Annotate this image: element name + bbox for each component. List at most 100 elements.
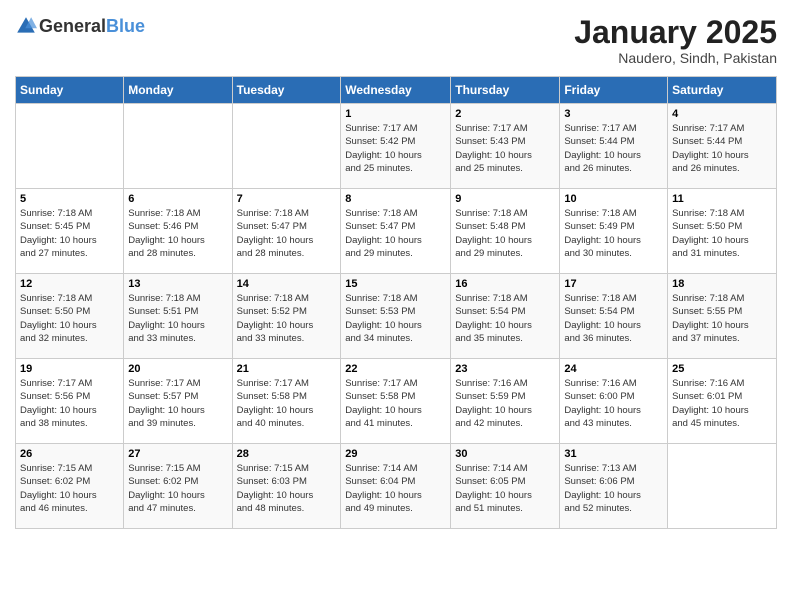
calendar-cell: 16 Sunrise: 7:18 AM Sunset: 5:54 PM Dayli… [451, 274, 560, 359]
calendar-table: SundayMondayTuesdayWednesdayThursdayFrid… [15, 76, 777, 529]
day-number: 13 [128, 278, 227, 290]
calendar-cell: 10 Sunrise: 7:18 AM Sunset: 5:49 PM Dayli… [560, 189, 668, 274]
calendar-cell: 7 Sunrise: 7:18 AM Sunset: 5:47 PM Daylig… [232, 189, 341, 274]
day-number: 26 [20, 448, 119, 460]
day-number: 1 [345, 108, 446, 120]
weekday-header: Tuesday [232, 77, 341, 104]
calendar-cell: 13 Sunrise: 7:18 AM Sunset: 5:51 PM Dayli… [124, 274, 232, 359]
day-number: 22 [345, 363, 446, 375]
day-info: Sunrise: 7:18 AM Sunset: 5:54 PM Dayligh… [564, 292, 663, 345]
logo-general: General [39, 16, 106, 36]
logo-icon [15, 15, 37, 37]
calendar-week-row: 19Sunrise: 7:17 AM Sunset: 5:56 PM Dayli… [16, 359, 777, 444]
weekday-header: Monday [124, 77, 232, 104]
day-info: Sunrise: 7:17 AM Sunset: 5:44 PM Dayligh… [564, 122, 663, 175]
day-info: Sunrise: 7:17 AM Sunset: 5:58 PM Dayligh… [237, 377, 337, 430]
calendar-cell: 11Sunrise: 7:18 AM Sunset: 5:50 PM Dayli… [668, 189, 777, 274]
day-info: Sunrise: 7:16 AM Sunset: 6:00 PM Dayligh… [564, 377, 663, 430]
logo: GeneralBlue [15, 15, 145, 37]
day-number: 10 [564, 193, 663, 205]
calendar-cell [124, 104, 232, 189]
calendar-week-row: 5 Sunrise: 7:18 AM Sunset: 5:45 PM Daylig… [16, 189, 777, 274]
day-number: 14 [237, 278, 337, 290]
calendar-cell: 3 Sunrise: 7:17 AM Sunset: 5:44 PM Daylig… [560, 104, 668, 189]
logo-blue: Blue [106, 16, 145, 36]
day-info: Sunrise: 7:17 AM Sunset: 5:56 PM Dayligh… [20, 377, 119, 430]
day-info: Sunrise: 7:18 AM Sunset: 5:46 PM Dayligh… [128, 207, 227, 260]
day-info: Sunrise: 7:13 AM Sunset: 6:06 PM Dayligh… [564, 462, 663, 515]
title-block: January 2025 Naudero, Sindh, Pakistan [574, 15, 777, 66]
day-number: 16 [455, 278, 555, 290]
day-info: Sunrise: 7:17 AM Sunset: 5:58 PM Dayligh… [345, 377, 446, 430]
calendar-cell: 9 Sunrise: 7:18 AM Sunset: 5:48 PM Daylig… [451, 189, 560, 274]
location: Naudero, Sindh, Pakistan [574, 50, 777, 66]
day-number: 5 [20, 193, 119, 205]
day-number: 23 [455, 363, 555, 375]
weekday-header-row: SundayMondayTuesdayWednesdayThursdayFrid… [16, 77, 777, 104]
calendar-cell: 31 Sunrise: 7:13 AM Sunset: 6:06 PM Dayli… [560, 444, 668, 529]
calendar-week-row: 12Sunrise: 7:18 AM Sunset: 5:50 PM Dayli… [16, 274, 777, 359]
day-info: Sunrise: 7:18 AM Sunset: 5:53 PM Dayligh… [345, 292, 446, 345]
day-info: Sunrise: 7:15 AM Sunset: 6:02 PM Dayligh… [20, 462, 119, 515]
day-number: 21 [237, 363, 337, 375]
calendar-week-row: 26 Sunrise: 7:15 AM Sunset: 6:02 PM Dayli… [16, 444, 777, 529]
calendar-cell: 4 Sunrise: 7:17 AM Sunset: 5:44 PM Daylig… [668, 104, 777, 189]
calendar-cell: 18Sunrise: 7:18 AM Sunset: 5:55 PM Dayli… [668, 274, 777, 359]
day-info: Sunrise: 7:15 AM Sunset: 6:02 PM Dayligh… [128, 462, 227, 515]
calendar-cell: 1 Sunrise: 7:17 AM Sunset: 5:42 PM Daylig… [341, 104, 451, 189]
day-info: Sunrise: 7:18 AM Sunset: 5:47 PM Dayligh… [237, 207, 337, 260]
calendar-week-row: 1 Sunrise: 7:17 AM Sunset: 5:42 PM Daylig… [16, 104, 777, 189]
logo-text: GeneralBlue [39, 16, 145, 37]
day-number: 12 [20, 278, 119, 290]
weekday-header: Wednesday [341, 77, 451, 104]
weekday-header: Saturday [668, 77, 777, 104]
calendar-cell: 12Sunrise: 7:18 AM Sunset: 5:50 PM Dayli… [16, 274, 124, 359]
day-number: 17 [564, 278, 663, 290]
day-info: Sunrise: 7:18 AM Sunset: 5:54 PM Dayligh… [455, 292, 555, 345]
calendar-cell: 21 Sunrise: 7:17 AM Sunset: 5:58 PM Dayli… [232, 359, 341, 444]
day-info: Sunrise: 7:17 AM Sunset: 5:44 PM Dayligh… [672, 122, 772, 175]
day-number: 30 [455, 448, 555, 460]
day-info: Sunrise: 7:17 AM Sunset: 5:42 PM Dayligh… [345, 122, 446, 175]
day-info: Sunrise: 7:16 AM Sunset: 6:01 PM Dayligh… [672, 377, 772, 430]
month-title: January 2025 [574, 15, 777, 50]
day-info: Sunrise: 7:14 AM Sunset: 6:04 PM Dayligh… [345, 462, 446, 515]
day-info: Sunrise: 7:16 AM Sunset: 5:59 PM Dayligh… [455, 377, 555, 430]
calendar-cell: 2Sunrise: 7:17 AM Sunset: 5:43 PM Daylig… [451, 104, 560, 189]
calendar-cell: 20Sunrise: 7:17 AM Sunset: 5:57 PM Dayli… [124, 359, 232, 444]
calendar-cell: 24 Sunrise: 7:16 AM Sunset: 6:00 PM Dayli… [560, 359, 668, 444]
calendar-cell: 25 Sunrise: 7:16 AM Sunset: 6:01 PM Dayli… [668, 359, 777, 444]
day-info: Sunrise: 7:18 AM Sunset: 5:48 PM Dayligh… [455, 207, 555, 260]
day-number: 9 [455, 193, 555, 205]
calendar-cell: 22 Sunrise: 7:17 AM Sunset: 5:58 PM Dayli… [341, 359, 451, 444]
calendar-cell: 6Sunrise: 7:18 AM Sunset: 5:46 PM Daylig… [124, 189, 232, 274]
day-info: Sunrise: 7:18 AM Sunset: 5:51 PM Dayligh… [128, 292, 227, 345]
calendar-cell [16, 104, 124, 189]
day-number: 3 [564, 108, 663, 120]
day-number: 31 [564, 448, 663, 460]
day-number: 29 [345, 448, 446, 460]
calendar-cell: 30Sunrise: 7:14 AM Sunset: 6:05 PM Dayli… [451, 444, 560, 529]
weekday-header: Sunday [16, 77, 124, 104]
calendar-cell: 23 Sunrise: 7:16 AM Sunset: 5:59 PM Dayli… [451, 359, 560, 444]
day-number: 7 [237, 193, 337, 205]
day-info: Sunrise: 7:18 AM Sunset: 5:52 PM Dayligh… [237, 292, 337, 345]
weekday-header: Thursday [451, 77, 560, 104]
day-number: 4 [672, 108, 772, 120]
day-info: Sunrise: 7:15 AM Sunset: 6:03 PM Dayligh… [237, 462, 337, 515]
day-number: 25 [672, 363, 772, 375]
calendar-cell: 19Sunrise: 7:17 AM Sunset: 5:56 PM Dayli… [16, 359, 124, 444]
calendar-cell: 28 Sunrise: 7:15 AM Sunset: 6:03 PM Dayli… [232, 444, 341, 529]
calendar-cell [668, 444, 777, 529]
day-info: Sunrise: 7:18 AM Sunset: 5:45 PM Dayligh… [20, 207, 119, 260]
day-number: 18 [672, 278, 772, 290]
day-number: 24 [564, 363, 663, 375]
page-header: GeneralBlue January 2025 Naudero, Sindh,… [15, 15, 777, 66]
calendar-cell: 8Sunrise: 7:18 AM Sunset: 5:47 PM Daylig… [341, 189, 451, 274]
day-info: Sunrise: 7:18 AM Sunset: 5:47 PM Dayligh… [345, 207, 446, 260]
day-info: Sunrise: 7:18 AM Sunset: 5:49 PM Dayligh… [564, 207, 663, 260]
day-number: 28 [237, 448, 337, 460]
calendar-cell: 14 Sunrise: 7:18 AM Sunset: 5:52 PM Dayli… [232, 274, 341, 359]
calendar-cell: 29 Sunrise: 7:14 AM Sunset: 6:04 PM Dayli… [341, 444, 451, 529]
calendar-cell: 15Sunrise: 7:18 AM Sunset: 5:53 PM Dayli… [341, 274, 451, 359]
